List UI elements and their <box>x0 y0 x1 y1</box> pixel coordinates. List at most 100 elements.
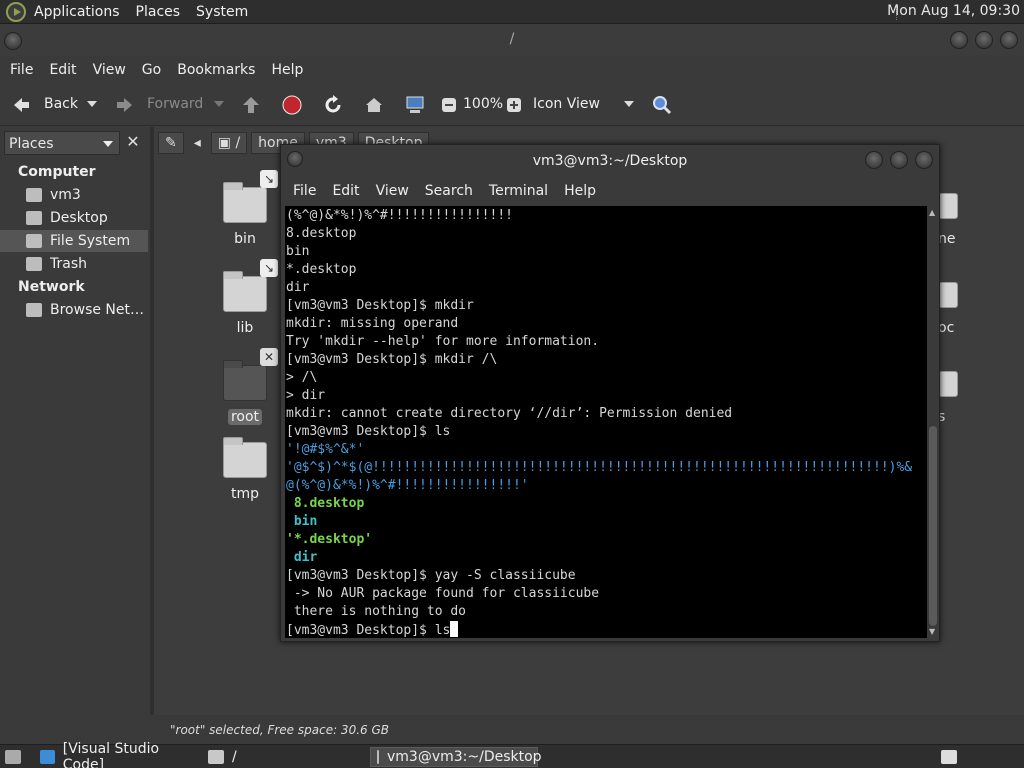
sidebar-item-browse-network[interactable]: Browse Net… <box>0 299 148 321</box>
folder-icon <box>208 750 224 764</box>
back-arrow-icon[interactable] <box>10 94 32 116</box>
close-button[interactable] <box>915 151 933 169</box>
home-icon[interactable] <box>363 94 385 116</box>
menu-view[interactable]: View <box>85 62 134 78</box>
folder-label: root <box>227 409 263 425</box>
terminal-prompt: [vm3@vm3 Desktop]$ ls <box>286 623 451 638</box>
terminal-line: Try 'mkdir --help' for more information. <box>286 334 600 349</box>
drive-icon <box>26 234 42 248</box>
view-mode-select[interactable]: Icon View <box>533 96 600 112</box>
folder-bin[interactable]: bin <box>215 182 275 247</box>
terminal-line: [vm3@vm3 Desktop]$ mkdir /\ <box>286 352 498 367</box>
scrollbar-thumb[interactable] <box>929 426 937 626</box>
folder-icon[interactable] <box>938 371 958 397</box>
forward-history-dropdown-icon[interactable] <box>214 101 224 107</box>
menu-search[interactable]: Search <box>417 183 481 199</box>
zoom-level[interactable]: 100% <box>463 96 503 112</box>
bottom-taskbar: [Visual Studio Code] / vm3@vm3:~/Desktop <box>0 741 1024 768</box>
task-vscode[interactable]: [Visual Studio Code] <box>34 741 194 768</box>
sidebar-item-trash[interactable]: Trash <box>0 253 148 275</box>
breadcrumb-root[interactable]: ▣ / <box>210 132 248 154</box>
menu-help[interactable]: Help <box>556 183 604 199</box>
close-button[interactable] <box>1000 31 1018 49</box>
terminal-prompt-line: [vm3@vm3 Desktop]$ ls <box>286 621 926 638</box>
forward-arrow-icon[interactable] <box>114 94 136 116</box>
terminal-scrollbar[interactable]: ▲ ▼ <box>927 206 939 638</box>
distro-logo-icon[interactable] <box>6 1 26 22</box>
sidebar-type-select[interactable]: Places <box>4 131 120 155</box>
close-sidebar-icon[interactable]: ✕ <box>122 131 144 155</box>
network-icon <box>26 303 42 317</box>
sidebar-item-file-system[interactable]: File System <box>0 230 148 252</box>
terminal-line: @(%^@)&*%!)%^#!!!!!!!!!!!!!!!!' <box>286 478 529 493</box>
terminal-line: [vm3@vm3 Desktop]$ mkdir <box>286 298 474 313</box>
workspace-icon <box>941 750 957 764</box>
folder-label-partial: ne <box>938 231 956 247</box>
system-menu[interactable]: System <box>188 4 256 20</box>
reload-icon[interactable] <box>322 94 344 116</box>
terminal-lines: (%^@)&*%!)%^#!!!!!!!!!!!!!!!! 8.desktop bi… <box>286 207 926 621</box>
task-label: / <box>232 749 237 765</box>
workspace-switcher[interactable] <box>938 747 960 767</box>
menu-file[interactable]: File <box>285 183 324 199</box>
menu-edit[interactable]: Edit <box>324 183 367 199</box>
terminal-line: bin <box>286 244 310 259</box>
maximize-button[interactable] <box>890 151 908 169</box>
scroll-left-icon[interactable]: ◂ <box>188 132 207 154</box>
minimize-button[interactable] <box>865 151 883 169</box>
back-button[interactable]: Back <box>44 96 78 112</box>
maximize-button[interactable] <box>975 31 993 49</box>
menu-help[interactable]: Help <box>263 62 311 78</box>
menu-file[interactable]: File <box>2 62 41 78</box>
show-desktop-icon[interactable] <box>2 747 24 767</box>
window-title: / <box>509 31 515 47</box>
zoom-out-icon[interactable] <box>438 94 460 116</box>
terminal-output[interactable]: (%^@)&*%!)%^#!!!!!!!!!!!!!!!! 8.desktop bi… <box>285 206 927 638</box>
menu-edit[interactable]: Edit <box>41 62 84 78</box>
sidebar-item-label: Browse Net… <box>50 302 145 318</box>
menu-terminal[interactable]: Terminal <box>481 183 556 199</box>
sidebar-item-desktop[interactable]: Desktop <box>0 207 148 229</box>
up-arrow-icon[interactable] <box>240 94 262 116</box>
task-terminal[interactable]: vm3@vm3:~/Desktop <box>370 747 542 767</box>
sidebar-item-label: Desktop <box>50 210 108 226</box>
status-bar: "root" selected, Free space: 30.6 GB <box>154 716 1024 744</box>
menu-view[interactable]: View <box>368 183 417 199</box>
menu-go[interactable]: Go <box>134 62 169 78</box>
folder-icon <box>223 437 267 478</box>
folder-icon[interactable] <box>938 193 958 219</box>
sidebar-item-vm3[interactable]: vm3 <box>0 184 148 206</box>
stop-icon[interactable] <box>281 94 303 116</box>
terminal-window[interactable]: vm3@vm3:~/Desktop File Edit View Search … <box>280 144 940 642</box>
sidebar-item-label: vm3 <box>50 187 81 203</box>
applications-menu[interactable]: Applications <box>26 4 128 20</box>
sidebar-item-label: Trash <box>50 256 87 272</box>
clock[interactable]: Mon Aug 14, 09:30 <box>887 3 1020 19</box>
computer-icon[interactable] <box>404 94 426 116</box>
folder-root[interactable]: root <box>215 360 275 425</box>
minimize-button[interactable] <box>950 31 968 49</box>
scroll-down-icon[interactable]: ▼ <box>929 627 935 636</box>
file-manager-titlebar[interactable]: / <box>0 24 1024 56</box>
terminal-line: '*.desktop' <box>286 532 373 547</box>
scroll-up-icon[interactable]: ▲ <box>929 208 935 217</box>
terminal-line: dir <box>286 280 310 295</box>
menu-bookmarks[interactable]: Bookmarks <box>169 62 263 78</box>
folder-label-partial: oc <box>938 320 955 336</box>
terminal-line: > dir <box>286 388 326 403</box>
terminal-titlebar[interactable]: vm3@vm3:~/Desktop <box>281 145 939 177</box>
search-icon[interactable] <box>651 94 673 116</box>
view-mode-dropdown-icon[interactable] <box>624 101 634 107</box>
forward-button[interactable]: Forward <box>147 96 203 112</box>
back-history-dropdown-icon[interactable] <box>87 101 97 107</box>
zoom-in-icon[interactable] <box>503 94 525 116</box>
folder-lib[interactable]: lib <box>215 271 275 336</box>
folder-icon[interactable] <box>938 282 958 308</box>
terminal-line: mkdir: cannot create directory ‘//dir’: … <box>286 406 733 421</box>
folder-tmp[interactable]: tmp <box>215 437 275 502</box>
edit-path-icon[interactable]: ✎ <box>158 132 184 154</box>
file-manager-menubar: File Edit View Go Bookmarks Help <box>0 56 1024 84</box>
folder-label: bin <box>234 231 256 247</box>
task-file-manager[interactable]: / <box>202 747 362 767</box>
places-menu[interactable]: Places <box>128 4 189 20</box>
